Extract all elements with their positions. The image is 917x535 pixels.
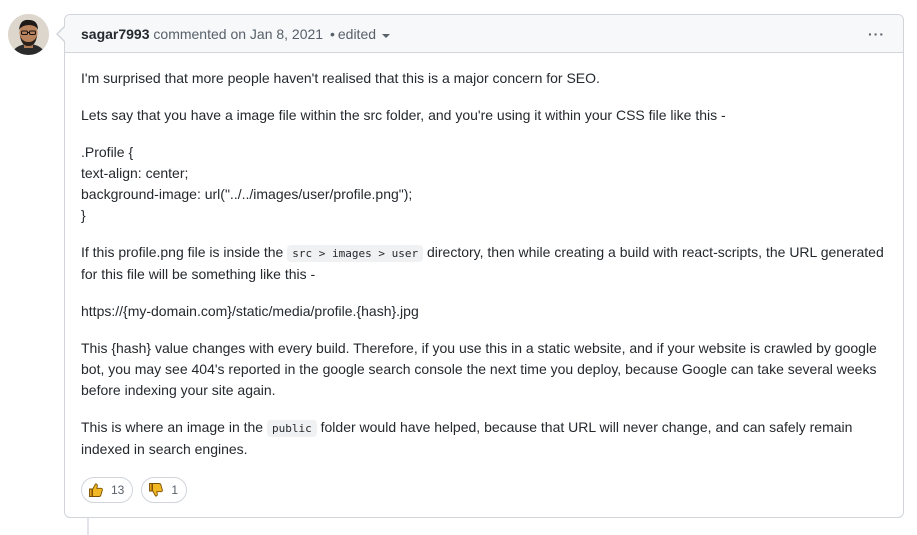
- comment-body: I'm surprised that more people haven't r…: [65, 53, 903, 460]
- reaction-thumbs-up-button[interactable]: 13: [81, 477, 134, 503]
- timeline-line: [87, 518, 89, 535]
- paragraph-2: Lets say that you have a image file with…: [81, 107, 726, 123]
- paragraph-5: This is where an image in the public fol…: [81, 419, 853, 457]
- comment-box: sagar7993 commented on Jan 8, 2021 • edit…: [56, 14, 904, 518]
- reaction-count: 13: [111, 483, 125, 497]
- url-line: https://{my-domain.com}/static/media/pro…: [81, 303, 419, 319]
- paragraph-1: I'm surprised that more people haven't r…: [81, 70, 600, 86]
- paragraph-4: This {hash} value changes with every bui…: [81, 340, 877, 398]
- edited-dropdown[interactable]: edited: [337, 26, 391, 42]
- reactions-bar: 13 1: [81, 477, 188, 503]
- css-line: text-align: center;: [81, 165, 189, 181]
- css-line: .Profile {: [81, 144, 134, 160]
- paragraph-3: If this profile.png file is inside the s…: [81, 244, 884, 282]
- avatar[interactable]: [8, 14, 49, 55]
- comment-date[interactable]: Jan 8, 2021: [250, 26, 323, 42]
- thumbs-down-icon: [149, 483, 164, 497]
- chevron-down-icon: [382, 34, 391, 38]
- kebab-horizontal-icon[interactable]: ···: [868, 15, 885, 53]
- css-snippet: .Profile { text-align: center; backgroun…: [81, 142, 887, 226]
- css-line: background-image: url("../../images/user…: [81, 186, 413, 202]
- thumbs-up-icon: [89, 483, 103, 497]
- edited-label: edited: [337, 26, 377, 42]
- reaction-count: 1: [171, 483, 179, 497]
- author-link[interactable]: sagar7993: [81, 26, 150, 42]
- comment-action: commented on: [153, 26, 247, 42]
- separator-dot: •: [329, 26, 335, 42]
- css-line: }: [81, 207, 86, 223]
- inline-code-path: src > images > user: [287, 245, 424, 262]
- reaction-thumbs-down-button[interactable]: 1: [141, 477, 188, 503]
- inline-code-public: public: [266, 420, 317, 437]
- comment-header: sagar7993 commented on Jan 8, 2021 • edit…: [65, 15, 903, 53]
